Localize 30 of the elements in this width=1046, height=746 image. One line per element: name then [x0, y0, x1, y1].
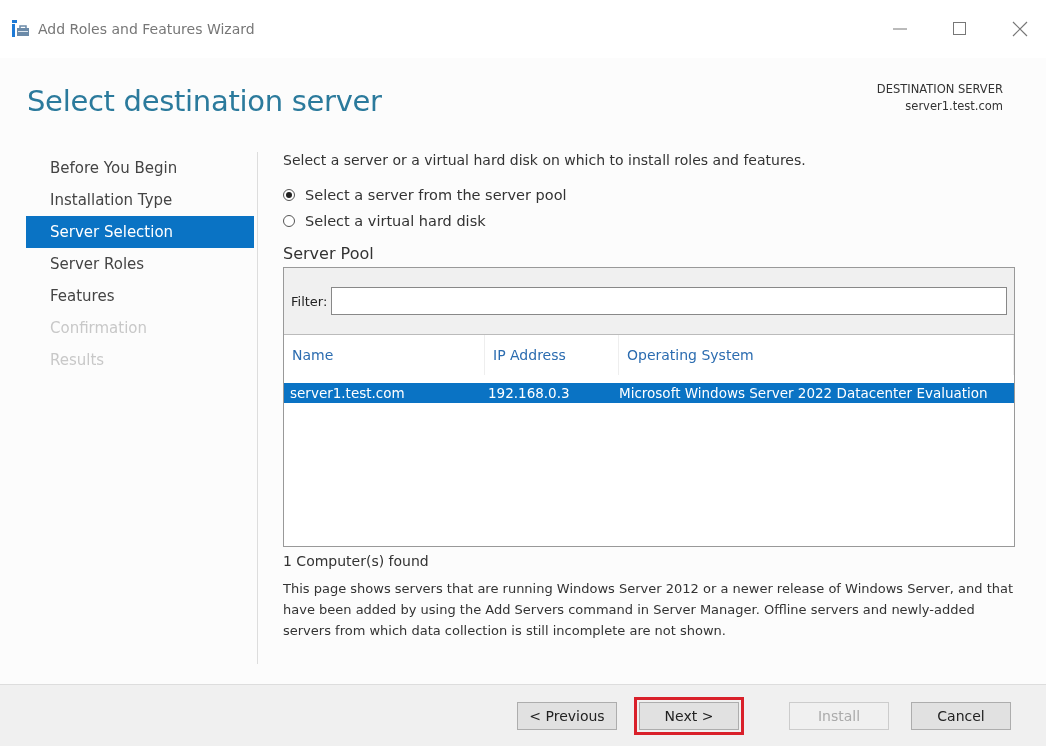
instruction-text: Select a server or a virtual hard disk on which to install roles and features. [283, 152, 807, 168]
filter-field[interactable] [331, 287, 1007, 315]
wizard-step[interactable]: Server Roles [26, 248, 254, 280]
page-title: Select destination server [27, 84, 382, 118]
column-header[interactable]: Name [284, 335, 485, 375]
wizard-step[interactable]: Before You Begin [26, 152, 254, 184]
wizard-step[interactable]: Server Selection [26, 216, 254, 248]
destination-label: DESTINATION SERVER [876, 81, 1003, 98]
radio-option[interactable]: Select a server from the server pool [283, 182, 1015, 208]
section-title: Server Pool [283, 244, 375, 263]
wizard-step[interactable]: Installation Type [26, 184, 254, 216]
close-button[interactable] [1012, 21, 1028, 37]
table-cell-text: Microsoft Windows Server 2022 Datacenter Evaluation [618, 385, 989, 401]
result-count: 1 Computer(s) found [283, 553, 430, 569]
info-paragraph: This page shows servers that are running Windows Server 2012 or a newer release of Windows Server, and that have been added by using the Add Servers command in Server Manager. Offline servers and newly-added servers from which data collection is still incomplete are not shown. [283, 580, 1015, 640]
maximize-button[interactable] [952, 21, 968, 37]
wizard-button[interactable]: < Previous [517, 701, 617, 730]
wizard-button[interactable]: Cancel [911, 701, 1011, 730]
column-header[interactable]: Operating System [619, 335, 1014, 375]
radio-option[interactable]: Select a virtual hard disk [283, 208, 1015, 234]
table-row[interactable]: server1.test.com 192.168.0.3 Microsoft Windows Server 2022 Datacenter Evaluation [284, 383, 1014, 403]
wizard-button[interactable]: Next > [639, 701, 739, 730]
table-cell-text: server1.test.com [289, 385, 406, 401]
table-cell-text: 192.168.0.3 [487, 385, 571, 401]
destination-server: server1.test.com [904, 98, 1003, 115]
wizard-step[interactable]: Features [26, 280, 254, 312]
filter-label: Filter: [291, 293, 328, 309]
window-title: Add Roles and Features Wizard [38, 21, 255, 37]
column-header[interactable]: IP Address [485, 335, 619, 375]
wizard-icon [11, 19, 31, 39]
